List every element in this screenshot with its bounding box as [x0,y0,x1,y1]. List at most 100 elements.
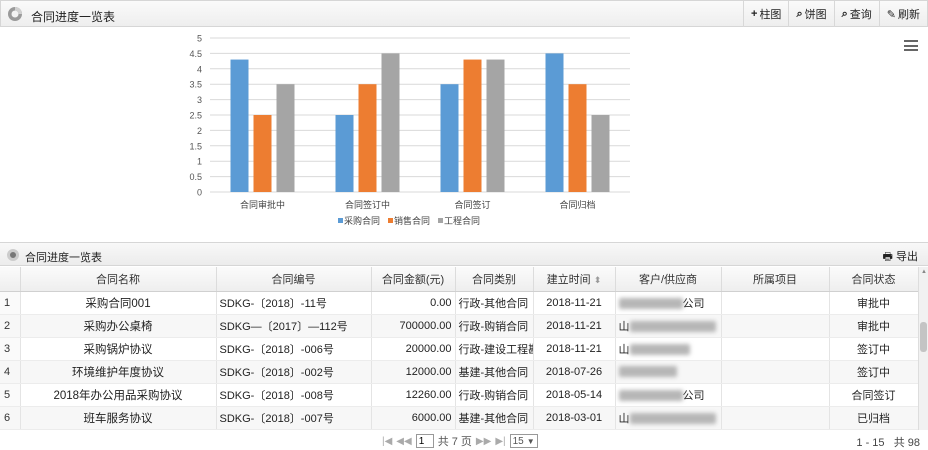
page-size-select[interactable]: 15 ▼ [509,434,538,448]
hamburger-menu-icon[interactable] [904,40,918,51]
range-label: 1 - 15 [856,437,885,449]
bar-3-1 [276,84,295,192]
col-header-category[interactable]: 合同类别 [455,267,534,292]
bar-1-3 [440,84,459,192]
contract-status: 签订中 [829,360,918,384]
contract-status: 已归档 [829,406,918,430]
table-row[interactable]: 6 班车服务协议 SDKG-〔2018〕-007号 6000.00 基建-其他合… [0,406,918,430]
contract-code: SDKG-〔2018〕-008号 [216,383,372,407]
scrollbar-thumb[interactable] [920,322,927,352]
party-visible: 山 [618,343,630,356]
row-number: 5 [0,383,21,407]
query-label: 查询 [849,9,872,21]
refresh-button[interactable]: ✎ 刷新 [878,1,927,27]
data-grid: 合同名称 合同编号 合同金额(元) 合同类别 建立时间 ⬍ 客户/供应商 所属项… [0,267,918,430]
contract-category: 行政-其他合同 [455,291,534,315]
total-pages-label: 共 7 页 [437,436,472,448]
contract-name[interactable]: 采购锅炉协议 [20,337,217,361]
contract-category: 基建-其他合同 [455,406,534,430]
legend-label: 销售合同 [394,215,430,226]
bar-2-4 [568,84,587,192]
contract-amount: 700000.00 [371,314,456,338]
search-icon: ⌕ [841,7,848,20]
table-row[interactable]: 1 采购合同001 SDKG-〔2018〕-11号 0.00 行政-其他合同 2… [0,291,918,315]
table-row[interactable]: 4 环境维护年度协议 SDKG-〔2018〕-002号 12000.00 基建-… [0,360,918,384]
pager: |◀ ◀◀ 共 7 页 ▶▶ ▶| 15 ▼ 1 - 15 共 98 [0,431,928,449]
vertical-scrollbar[interactable]: ▲ [918,267,928,430]
col-header-name[interactable]: 合同名称 [20,267,217,292]
chevron-down-icon: ▼ [526,436,535,446]
col-header-status[interactable]: 合同状态 [829,267,918,292]
query-button[interactable]: ⌕ 查询 [833,1,879,27]
col-header-date[interactable]: 建立时间 ⬍ [533,267,616,292]
party-cell [615,360,722,384]
contract-amount: 0.00 [371,291,456,315]
export-label: 导出 [896,251,918,263]
table-header-row: 合同名称 合同编号 合同金额(元) 合同类别 建立时间 ⬍ 客户/供应商 所属项… [0,267,918,292]
table-row[interactable]: 3 采购锅炉协议 SDKG-〔2018〕-006号 20000.00 行政-建设… [0,337,918,361]
redacted-text [629,321,716,333]
chart-area: 0 0.5 1 1.5 2 2.5 3 3.5 4 4.5 5 合同审批中 合同签订中 合同签订 合同归档采… [0,28,928,240]
party-cell: 山 [615,337,722,361]
x-tick-label: 合同签订中 [345,199,390,210]
export-button[interactable]: 🖶 导出 [883,248,918,267]
x-tick-label: 合同审批中 [240,199,285,210]
app-logo-icon [8,7,22,21]
contract-category: 行政-购销合同 [455,314,534,338]
last-page-button[interactable]: ▶| [495,436,505,447]
contract-status: 合同签订 [829,383,918,407]
prev-page-button[interactable]: ◀◀ [396,436,411,447]
table-panel-title: 合同进度一览表 [25,252,102,264]
party-cell: 公司 [615,383,722,407]
scroll-up-icon[interactable]: ▲ [921,269,927,275]
col-header-project[interactable]: 所属项目 [721,267,830,292]
contract-name[interactable]: 采购办公桌椅 [20,314,217,338]
contract-code: SDKG-〔2018〕-11号 [216,291,372,315]
y-tick-label: 3 [197,95,202,105]
party-visible: 山 [618,412,630,425]
created-date: 2018-11-21 [533,337,616,361]
pie-chart-button[interactable]: ⌕ 饼图 [788,1,833,27]
bar-2-2 [358,84,377,192]
contract-name[interactable]: 采购合同001 [20,291,217,315]
redacted-text [629,413,716,425]
page-number-input[interactable] [415,434,434,448]
table-row[interactable]: 5 2018年办公用品采购协议 SDKG-〔2018〕-008号 12260.0… [0,383,918,407]
sort-icon: ⬍ [593,274,602,285]
y-tick-label: 1.5 [189,141,202,151]
redacted-text [629,344,690,356]
legend-swatch-1 [338,218,343,223]
chart-toolbar: + 柱图 ⌕ 饼图 ⌕ 查询 ✎ 刷新 [743,1,927,27]
created-date: 2018-03-01 [533,406,616,430]
bar-chart-button[interactable]: + 柱图 [743,1,788,27]
contract-category: 行政-建设工程勘察 [455,337,534,361]
bar-2-1 [253,115,272,192]
y-tick-label: 0.5 [189,172,202,182]
total-records-label: 共 98 [893,437,920,449]
created-date: 2018-11-21 [533,314,616,338]
col-header-party[interactable]: 客户/供应商 [615,267,722,292]
party-visible: 公司 [682,389,705,402]
col-header-code[interactable]: 合同编号 [216,267,372,292]
first-page-button[interactable]: |◀ [382,436,392,447]
contract-name[interactable]: 班车服务协议 [20,406,217,430]
next-page-button[interactable]: ▶▶ [476,436,491,447]
project-cell [721,406,830,430]
col-header-amount[interactable]: 合同金额(元) [371,267,456,292]
search-icon: ⌕ [796,7,803,20]
table-row[interactable]: 2 采购办公桌椅 SDKG—〔2017〕—112号 700000.00 行政-购… [0,314,918,338]
party-visible: 公司 [682,297,705,310]
contract-amount: 20000.00 [371,337,456,361]
row-number: 1 [0,291,21,315]
contract-name[interactable]: 2018年办公用品采购协议 [20,383,217,407]
created-date: 2018-07-26 [533,360,616,384]
refresh-label: 刷新 [898,9,920,21]
party-cell: 山 [615,314,722,338]
row-number: 2 [0,314,21,338]
printer-icon: 🖶 [882,251,893,263]
bar-1-4 [545,53,564,193]
page-title: 合同进度一览表 [31,10,116,24]
bar-3-4 [591,115,610,192]
bar-1-2 [335,115,354,192]
contract-name[interactable]: 环境维护年度协议 [20,360,217,384]
